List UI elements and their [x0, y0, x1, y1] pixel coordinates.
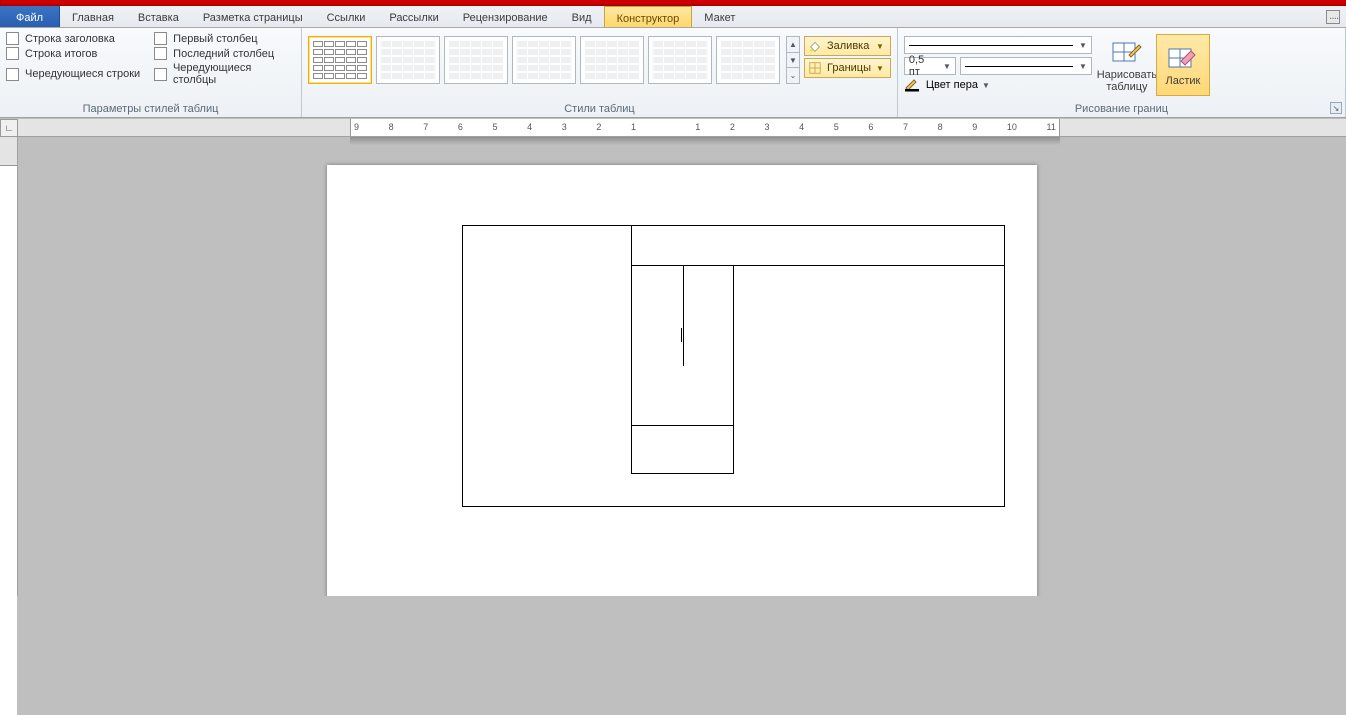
table-cell[interactable] — [631, 426, 734, 474]
check-label: Чередующиеся столбцы — [173, 62, 295, 86]
checkbox-icon — [6, 47, 19, 60]
scroll-up-icon[interactable]: ▲ — [787, 37, 799, 53]
button-label: Нарисовать таблицу — [1097, 69, 1157, 93]
group-title: Параметры стилей таблиц — [6, 103, 295, 117]
tab-selector-icon[interactable]: ∟ — [0, 119, 18, 137]
table-border — [683, 266, 684, 366]
table-style-thumb[interactable] — [512, 36, 576, 84]
tab-review[interactable]: Рецензирование — [451, 6, 560, 27]
gallery-expand-icon[interactable]: ⌄ — [787, 68, 799, 83]
group-style-options: Строка заголовка Первый столбец Строка и… — [0, 28, 302, 117]
ribbon-tabs: Файл Главная Вставка Разметка страницы С… — [0, 6, 1346, 28]
tab-file[interactable]: Файл — [0, 6, 60, 27]
borders-icon — [808, 61, 822, 75]
line-preview-icon — [965, 66, 1073, 67]
gallery-scroll[interactable]: ▲ ▼ ⌄ — [786, 36, 800, 84]
tab-references[interactable]: Ссылки — [315, 6, 378, 27]
checkbox-icon — [154, 47, 167, 60]
pen-color-button[interactable]: Цвет пера ▼ — [904, 78, 1092, 92]
chevron-down-icon: ▼ — [1079, 62, 1087, 71]
table-style-thumb[interactable] — [580, 36, 644, 84]
table-style-thumb[interactable] — [716, 36, 780, 84]
tab-insert[interactable]: Вставка — [126, 6, 191, 27]
check-total-row[interactable]: Строка итогов — [6, 47, 140, 60]
check-label: Последний столбец — [173, 48, 274, 60]
button-label: Границы — [827, 62, 871, 74]
horizontal-ruler[interactable]: 9876543211234567891011 — [18, 119, 1346, 136]
chevron-down-icon: ▼ — [876, 42, 884, 51]
check-label: Чередующиеся строки — [25, 68, 140, 80]
borders-button[interactable]: Границы ▼ — [804, 58, 891, 78]
checkbox-icon — [154, 68, 167, 81]
group-table-styles: ▲ ▼ ⌄ Заливка ▼ Границы — [302, 28, 898, 117]
group-draw-borders: ▼ 0,5 пт ▼ ▼ Цвет пера — [898, 28, 1346, 117]
chevron-down-icon: ▼ — [982, 81, 990, 90]
group-title: Стили таблиц — [308, 103, 891, 117]
chevron-down-icon: ▼ — [876, 64, 884, 73]
table-style-thumb[interactable] — [308, 36, 372, 84]
eraser-icon — [1167, 45, 1199, 73]
check-label: Строка заголовка — [25, 33, 115, 45]
draw-table-icon — [1111, 39, 1143, 67]
text-cursor — [681, 328, 682, 342]
tab-view[interactable]: Вид — [560, 6, 604, 27]
horizontal-ruler-area: ∟ 9876543211234567891011 — [0, 119, 1346, 137]
bucket-icon — [808, 39, 822, 53]
tab-home[interactable]: Главная — [60, 6, 126, 27]
table-style-thumb[interactable] — [648, 36, 712, 84]
check-last-column[interactable]: Последний столбец — [154, 47, 295, 60]
chevron-down-icon: ▼ — [1079, 41, 1087, 50]
ribbon: Строка заголовка Первый столбец Строка и… — [0, 28, 1346, 118]
checkbox-icon — [154, 32, 167, 45]
checkbox-icon — [6, 68, 19, 81]
combo-value: 0,5 пт — [909, 54, 937, 78]
table-cell[interactable] — [631, 266, 734, 426]
line-style-combo[interactable]: ▼ — [904, 36, 1092, 54]
check-label: Строка итогов — [25, 48, 97, 60]
button-label: Заливка — [827, 40, 869, 52]
pen-color-icon — [904, 78, 922, 92]
tab-page-layout[interactable]: Разметка страницы — [191, 6, 315, 27]
draw-table-button[interactable]: Нарисовать таблицу — [1100, 34, 1154, 96]
chevron-down-icon: ▼ — [943, 62, 951, 71]
check-banded-columns[interactable]: Чередующиеся столбцы — [154, 62, 295, 86]
table-style-thumb[interactable] — [376, 36, 440, 84]
dialog-launcher-icon[interactable]: ↘ — [1330, 102, 1342, 114]
vertical-ruler[interactable] — [0, 137, 18, 596]
shading-button[interactable]: Заливка ▼ — [804, 36, 891, 56]
button-label: Цвет пера — [926, 79, 978, 91]
check-header-row[interactable]: Строка заголовка — [6, 32, 140, 45]
check-label: Первый столбец — [173, 33, 257, 45]
tab-mailings[interactable]: Рассылки — [377, 6, 450, 27]
page-top-shadow — [350, 137, 1060, 145]
button-label: Ластик — [1166, 75, 1201, 87]
check-banded-rows[interactable]: Чередующиеся строки — [6, 62, 140, 86]
line-preview-icon — [909, 45, 1073, 46]
minimize-ribbon-icon[interactable]: ᠁ — [1326, 10, 1340, 24]
document-area — [18, 137, 1346, 596]
check-first-column[interactable]: Первый столбец — [154, 32, 295, 45]
table[interactable] — [462, 225, 1005, 507]
checkbox-icon — [6, 32, 19, 45]
line-weight-preview[interactable]: ▼ — [960, 57, 1092, 75]
table-style-gallery: ▲ ▼ ⌄ — [308, 32, 800, 84]
eraser-button[interactable]: Ластик — [1156, 34, 1210, 96]
line-weight-combo[interactable]: 0,5 пт ▼ — [904, 57, 956, 75]
tab-table-layout[interactable]: Макет — [692, 6, 747, 27]
scroll-down-icon[interactable]: ▼ — [787, 53, 799, 69]
group-title: Рисование границ — [904, 103, 1339, 117]
page[interactable] — [327, 165, 1037, 596]
table-style-thumb[interactable] — [444, 36, 508, 84]
tab-table-design[interactable]: Конструктор — [604, 6, 693, 27]
table-cell[interactable] — [631, 226, 1004, 266]
